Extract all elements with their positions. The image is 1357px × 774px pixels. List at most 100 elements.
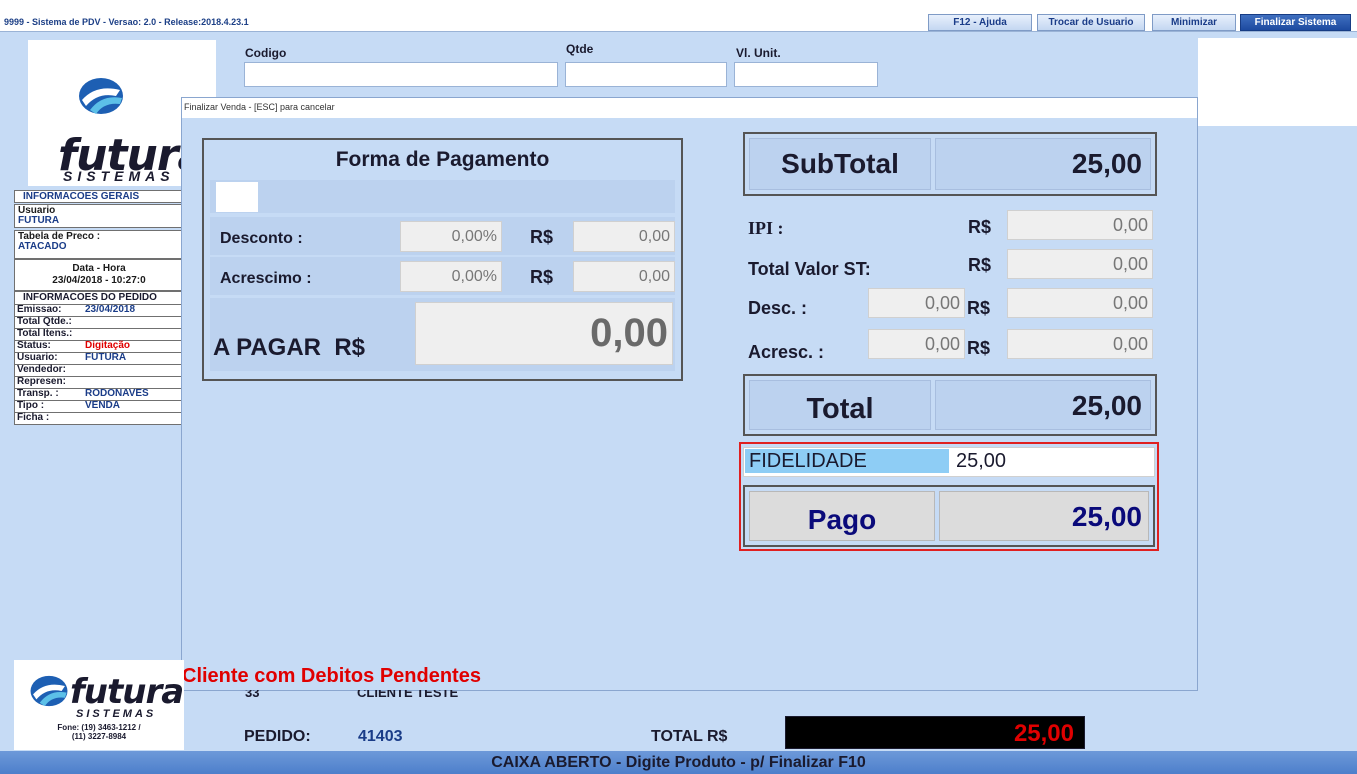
contact-phones: Fone: (19) 3463-1212 / (11) 3227-8984: [14, 723, 184, 741]
cliente-name: CLIENTE TESTE: [357, 690, 459, 700]
desconto-pct-field[interactable]: 0,00%: [400, 221, 502, 252]
total-rs-label: TOTAL R$: [651, 728, 728, 745]
vl-unit-input[interactable]: [734, 62, 878, 87]
sistemas-wordmark: SISTEMAS: [63, 168, 175, 184]
acresc-currency: R$: [967, 338, 991, 358]
pedido-number: 41403: [358, 728, 403, 745]
payment-method-input[interactable]: [216, 182, 258, 212]
pedido-row-value: 23/04/2018: [85, 304, 136, 315]
pago-label-cell: Pago: [749, 491, 935, 541]
vl-unit-label: Vl. Unit.: [736, 46, 781, 60]
acresc-label: Acresc. :: [748, 342, 825, 362]
fidelidade-label: FIDELIDADE: [745, 449, 949, 473]
phone-line-1: Fone: (19) 3463-1212 /: [57, 723, 141, 732]
datahora-value: 23/04/2018 - 10:27:0: [52, 275, 146, 286]
total-box: Total 25,00: [743, 374, 1157, 436]
futura-wordmark-small: futura: [70, 672, 184, 712]
pedido-row-value: Digitação: [85, 340, 131, 351]
st-currency: R$: [968, 255, 992, 275]
tabela-box: Tabela de Preco : ATACADO: [14, 230, 184, 259]
desconto-val-field[interactable]: 0,00: [573, 221, 675, 252]
forma-pagamento-title: Forma de Pagamento: [335, 148, 550, 171]
finalizar-venda-dialog: Finalizar Venda - [ESC] para cancelar Fo…: [181, 97, 1198, 691]
pedido-row: Ficha :: [14, 413, 184, 425]
info-gerais-header: INFORMACOES GERAIS: [14, 190, 184, 203]
futura-logo-icon: [79, 78, 123, 114]
exit-system-button[interactable]: Finalizar Sistema: [1240, 14, 1351, 31]
total-label-cell: Total: [749, 380, 931, 430]
status-bar: CAIXA ABERTO - Digite Produto - p/ Final…: [0, 751, 1357, 774]
usuario-value: FUTURA: [18, 215, 60, 226]
subtotal-label-cell: SubTotal: [749, 138, 931, 190]
codigo-input[interactable]: [244, 62, 558, 87]
pedido-row-value: RODONAVES: [85, 388, 149, 399]
a-pagar-value: 0,00: [415, 302, 673, 365]
acresc-pct-field[interactable]: 0,00: [868, 329, 965, 359]
fidelidade-row[interactable]: FIDELIDADE 25,00: [743, 447, 1155, 477]
cliente-code: 33: [245, 690, 260, 700]
ipi-currency: R$: [968, 217, 992, 237]
pedido-row-label: Tipo :: [17, 400, 45, 411]
pago-value: 25,00: [1071, 501, 1142, 532]
total-value-cell: 25,00: [935, 380, 1151, 430]
subtotal-value: 25,00: [1071, 148, 1142, 179]
pedido-row-label: Represen:: [17, 376, 66, 387]
pedido-row-label: Emissao:: [17, 304, 62, 315]
desc-pct-field[interactable]: 0,00: [868, 288, 965, 318]
pedido-row-label: Transp. :: [17, 388, 59, 399]
acrescimo-val-field[interactable]: 0,00: [573, 261, 675, 292]
total-value: 25,00: [1071, 390, 1142, 421]
pedido-row-label: Total Qtde.:: [17, 316, 72, 327]
futura-logo-bottom: futura SISTEMAS Fone: (19) 3463-1212 / (…: [14, 660, 184, 750]
acresc-field[interactable]: 0,00: [1007, 329, 1153, 359]
acrescimo-pct-field[interactable]: 0,00%: [400, 261, 502, 292]
sistemas-wordmark-small: SISTEMAS: [76, 708, 157, 720]
subtotal-value-cell: 25,00: [935, 138, 1151, 190]
window-title: 9999 - Sistema de PDV - Versao: 2.0 - Re…: [4, 17, 249, 27]
subtotal-label: SubTotal: [781, 148, 899, 179]
pedido-row-value: FUTURA: [85, 352, 127, 363]
desconto-currency: R$: [530, 227, 554, 247]
pedido-row-label: Usuario:: [17, 352, 58, 363]
item-grid-area: [1198, 38, 1357, 126]
pago-label: Pago: [807, 504, 877, 535]
datahora-box: Data - Hora 23/04/2018 - 10:27:0: [14, 259, 184, 291]
desc-currency: R$: [967, 298, 991, 318]
dialog-title: Finalizar Venda - [ESC] para cancelar: [182, 98, 1197, 118]
pedido-rows: Emissao: 23/04/2018 Total Qtde.: Total Iten…: [14, 305, 184, 425]
a-pagar-row: A PAGAR R$ 0,00: [210, 298, 675, 371]
desc-label: Desc. :: [748, 298, 808, 318]
total-display: 25,00: [785, 716, 1085, 749]
ipi-label: IPI :: [748, 218, 784, 238]
info-pedido-header: INFORMACOES DO PEDIDO: [14, 291, 184, 305]
pedido-row-label: Status:: [17, 340, 51, 351]
pedido-label: PEDIDO:: [244, 728, 311, 745]
pedido-row-label: Vendedor:: [17, 364, 66, 375]
minimize-button[interactable]: Minimizar: [1152, 14, 1236, 31]
forma-pagamento-panel: Forma de Pagamento Desconto : 0,00% R$ 0…: [202, 138, 683, 381]
total-display-value: 25,00: [1013, 720, 1074, 747]
pedido-row-label: Total Itens.:: [17, 328, 73, 339]
ipi-field[interactable]: 0,00: [1007, 210, 1153, 240]
switch-user-button[interactable]: Trocar de Usuario: [1037, 14, 1145, 31]
futura-logo-icon-small: [30, 675, 68, 707]
desconto-label: Desconto :: [220, 230, 303, 247]
st-label: Total Valor ST:: [748, 259, 871, 279]
a-pagar-label: A PAGAR R$: [213, 334, 366, 361]
fidelidade-value: 25,00: [956, 450, 1007, 472]
payment-method-row: [210, 180, 675, 213]
qtde-input[interactable]: [565, 62, 727, 87]
help-button[interactable]: F12 - Ajuda: [928, 14, 1032, 31]
phone-line-2: (11) 3227-8984: [71, 732, 127, 741]
client-debt-warning: Cliente com Debitos Pendentes: [182, 665, 481, 687]
pedido-row-value: VENDA: [85, 400, 121, 411]
acrescimo-row: Acrescimo : 0,00% R$ 0,00: [210, 257, 675, 295]
pago-value-cell: 25,00: [939, 491, 1149, 541]
datahora-label: Data - Hora: [72, 263, 126, 274]
acrescimo-currency: R$: [530, 267, 554, 287]
st-field[interactable]: 0,00: [1007, 249, 1153, 279]
codigo-label: Codigo: [245, 46, 287, 60]
desc-field[interactable]: 0,00: [1007, 288, 1153, 318]
qtde-label: Qtde: [566, 42, 594, 56]
title-bar: 9999 - Sistema de PDV - Versao: 2.0 - Re…: [0, 0, 1357, 32]
